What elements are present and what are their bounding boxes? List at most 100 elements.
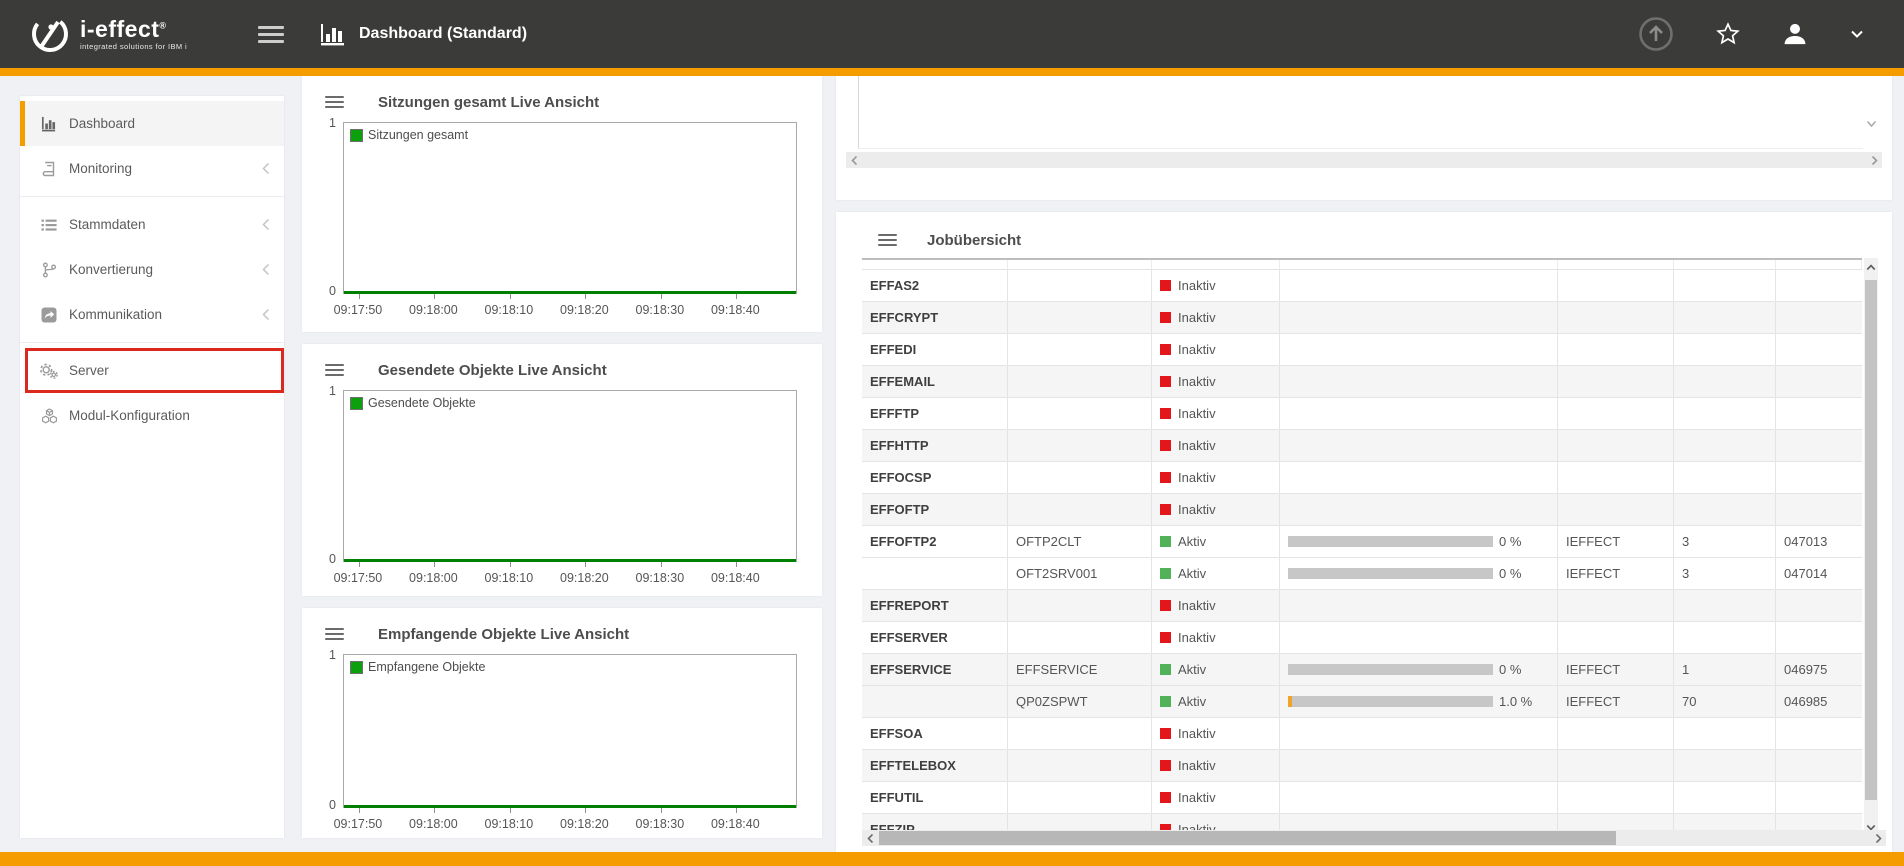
number-cell: 046985 — [1776, 686, 1862, 717]
panel-menu-icon[interactable] — [325, 625, 344, 643]
scroll-down-icon[interactable] — [1866, 120, 1877, 128]
chart-panel: Sitzungen gesamt Live Ansicht 1 0 Sitzun… — [302, 76, 822, 332]
table-row[interactable]: EFFFTP Inaktiv — [862, 398, 1862, 430]
table-row[interactable]: EFFEDI Inaktiv — [862, 334, 1862, 366]
job-table-vscrollbar[interactable] — [1864, 258, 1878, 836]
table-row[interactable]: EFFCRYPT Inaktiv — [862, 302, 1862, 334]
user-cell — [1558, 718, 1674, 749]
sidebar-item-kommunikation[interactable]: Kommunikation — [20, 292, 284, 337]
count-cell — [1674, 430, 1776, 461]
panel-menu-icon[interactable] — [325, 93, 344, 111]
x-axis-tick — [736, 294, 737, 299]
table-row[interactable]: EFFUTIL Inaktiv — [862, 782, 1862, 814]
count-cell — [1674, 270, 1776, 301]
bar-chart-icon — [320, 22, 347, 46]
number-cell — [1776, 622, 1862, 653]
chart-legend[interactable]: Sitzungen gesamt — [350, 128, 468, 142]
sidebar-item-stammdaten[interactable]: Stammdaten — [20, 202, 284, 247]
top-panel-hscrollbar[interactable] — [846, 152, 1882, 168]
table-row[interactable]: EFFEMAIL Inaktiv — [862, 366, 1862, 398]
x-axis-tick — [585, 562, 586, 567]
status-cell: Aktiv — [1152, 526, 1280, 557]
scroll-right-icon[interactable] — [1866, 155, 1882, 166]
chart-legend[interactable]: Gesendete Objekte — [350, 396, 476, 410]
scroll-left-icon[interactable] — [862, 833, 878, 844]
caret-down-icon[interactable] — [1850, 29, 1864, 39]
star-icon[interactable] — [1716, 22, 1740, 46]
x-axis-tick — [661, 808, 662, 813]
table-row[interactable]: EFFOFTP Inaktiv — [862, 494, 1862, 526]
user-icon[interactable] — [1782, 21, 1808, 47]
chart-title: Sitzungen gesamt Live Ansicht — [378, 94, 599, 111]
count-cell — [1674, 494, 1776, 525]
x-axis-tick — [736, 562, 737, 567]
sidebar-item-modul-konfiguration[interactable]: Modul-Konfiguration — [20, 393, 284, 438]
table-row[interactable]: EFFSERVICE EFFSERVICE Aktiv 0 % IEFFECT … — [862, 654, 1862, 686]
table-row[interactable]: EFFREPORT Inaktiv — [862, 590, 1862, 622]
job-table-hscrollbar[interactable] — [862, 830, 1886, 846]
status-text: Aktiv — [1178, 566, 1206, 581]
count-cell — [1674, 718, 1776, 749]
x-axis-tick — [585, 294, 586, 299]
table-row[interactable]: EFFOCSP Inaktiv — [862, 462, 1862, 494]
panel-menu-icon[interactable] — [325, 361, 344, 379]
number-cell — [1776, 590, 1862, 621]
scroll-up-icon[interactable] — [1864, 260, 1878, 274]
status-text: Inaktiv — [1178, 630, 1216, 645]
progress-cell — [1280, 270, 1558, 301]
x-axis-label: 09:18:30 — [620, 817, 700, 831]
legend-color-swatch — [350, 129, 363, 142]
x-axis-tick — [359, 294, 360, 299]
job-cell: OFT2SRV001 — [1008, 558, 1152, 589]
status-cell: Aktiv — [1152, 654, 1280, 685]
chart-title: Empfangende Objekte Live Ansicht — [378, 626, 629, 643]
status-square-icon — [1160, 632, 1171, 643]
y-axis-tick-min: 0 — [310, 798, 336, 812]
panel-menu-icon[interactable] — [878, 231, 897, 249]
status-text: Inaktiv — [1178, 342, 1216, 357]
x-axis-tick — [585, 808, 586, 813]
job-cell — [1008, 590, 1152, 621]
job-cell: OFTP2CLT — [1008, 526, 1152, 557]
table-row[interactable]: QP0ZSPWT Aktiv 1.0 % IEFFECT 70 046985 — [862, 686, 1862, 718]
table-row[interactable]: EFFAS2 Inaktiv — [862, 270, 1862, 302]
status-cell: Inaktiv — [1152, 398, 1280, 429]
table-row[interactable]: EFFOFTP2 OFTP2CLT Aktiv 0 % IEFFECT 3 04… — [862, 526, 1862, 558]
hscroll-thumb[interactable] — [879, 831, 1616, 845]
job-table-header — [862, 260, 1862, 270]
table-row[interactable]: EFFHTTP Inaktiv — [862, 430, 1862, 462]
count-cell — [1674, 622, 1776, 653]
page-title: Dashboard (Standard) — [359, 25, 527, 43]
x-axis-label: 09:18:00 — [393, 571, 473, 585]
sidebar-item-dashboard[interactable]: Dashboard — [20, 101, 284, 146]
status-text: Inaktiv — [1178, 502, 1216, 517]
count-cell — [1674, 366, 1776, 397]
app-logo[interactable]: i-effect® integrated solutions for IBM i — [28, 12, 228, 56]
table-row[interactable]: EFFTELEBOX Inaktiv — [862, 750, 1862, 782]
scroll-left-icon[interactable] — [846, 155, 862, 166]
progress-label: 0 % — [1499, 534, 1521, 549]
table-row[interactable]: EFFSERVER Inaktiv — [862, 622, 1862, 654]
brand-tagline: integrated solutions for IBM i — [80, 43, 187, 51]
job-cell — [1008, 462, 1152, 493]
menu-icon[interactable] — [258, 22, 284, 47]
count-cell — [1674, 590, 1776, 621]
sidebar-item-monitoring[interactable]: Monitoring — [20, 146, 284, 191]
scroll-right-icon[interactable] — [1870, 833, 1886, 844]
x-axis-label: 09:17:50 — [318, 303, 398, 317]
user-cell — [1558, 334, 1674, 365]
x-axis-label: 09:18:10 — [469, 817, 549, 831]
top-panel-content — [858, 76, 1863, 149]
x-axis-tick — [510, 294, 511, 299]
job-cell — [1008, 622, 1152, 653]
sidebar-item-server[interactable]: Server — [20, 348, 284, 393]
chart-legend[interactable]: Empfangene Objekte — [350, 660, 485, 674]
chart-plot-area: Empfangene Objekte — [343, 654, 797, 808]
table-row[interactable]: EFFSOA Inaktiv — [862, 718, 1862, 750]
vscroll-thumb[interactable] — [1865, 280, 1877, 800]
count-cell: 3 — [1674, 526, 1776, 557]
job-name-cell: EFFEDI — [862, 334, 1008, 365]
table-row[interactable]: OFT2SRV001 Aktiv 0 % IEFFECT 3 047014 — [862, 558, 1862, 590]
circle-arrow-up-icon[interactable] — [1638, 16, 1674, 52]
sidebar-item-konvertierung[interactable]: Konvertierung — [20, 247, 284, 292]
